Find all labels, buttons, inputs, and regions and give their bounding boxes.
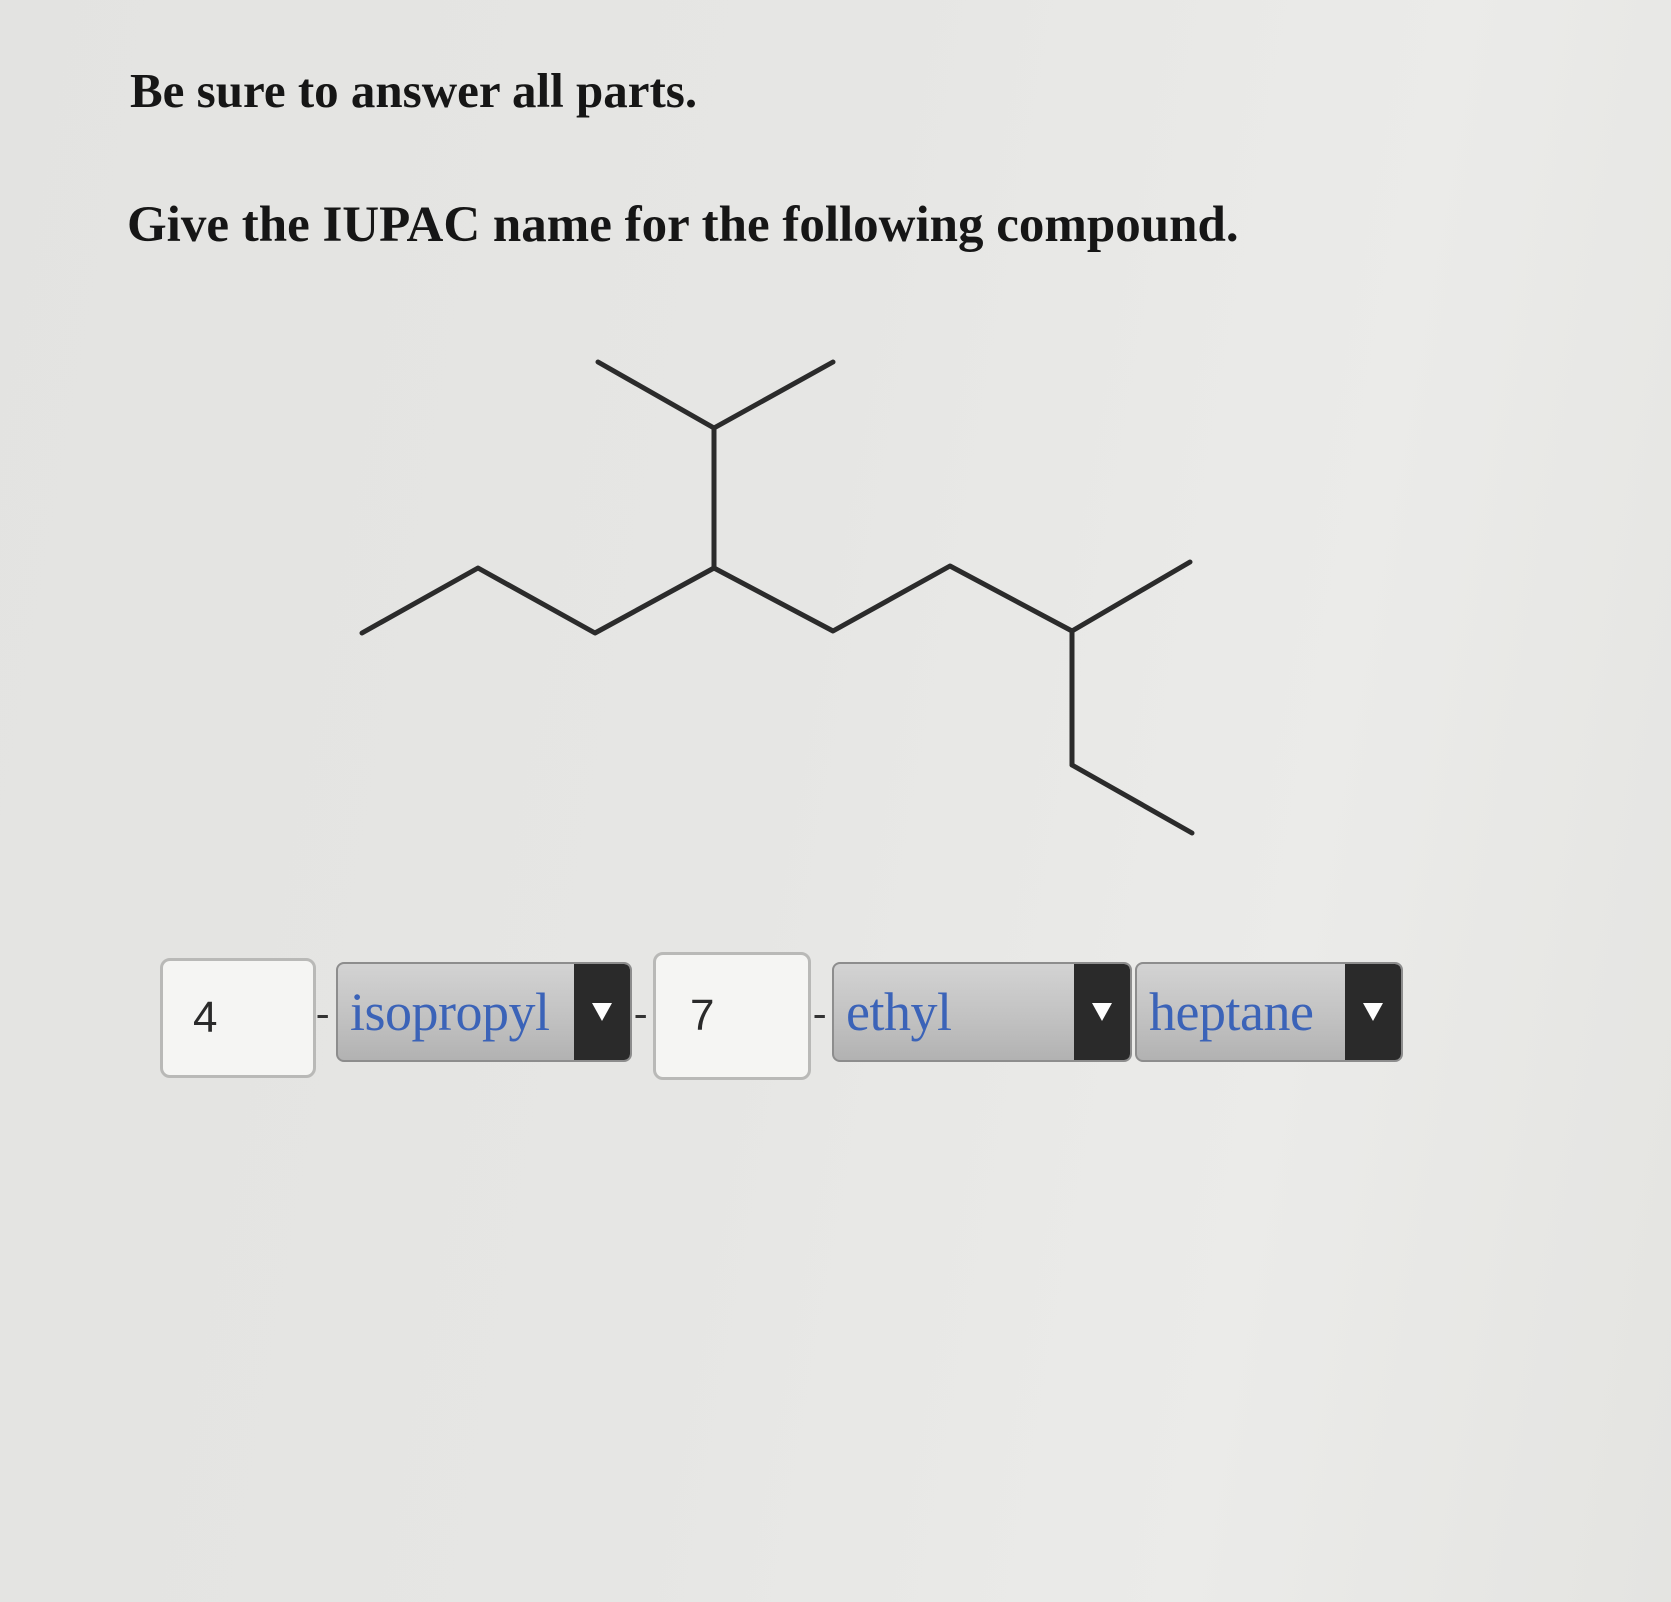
locant-input-1[interactable]: 4 xyxy=(160,958,316,1078)
locant-input-2-value: 7 xyxy=(690,991,715,1040)
hyphen-3: - xyxy=(813,990,827,1035)
question-page: Be sure to answer all parts. Give the IU… xyxy=(0,0,1671,1602)
substituent-dropdown-1-value: isopropyl xyxy=(350,982,550,1042)
locant-input-2[interactable]: 7 xyxy=(653,952,811,1080)
locant-input-1-value: 4 xyxy=(193,993,218,1042)
chevron-down-icon[interactable] xyxy=(574,964,630,1060)
parent-chain-dropdown-value: heptane xyxy=(1149,982,1314,1042)
chevron-down-icon[interactable] xyxy=(1074,964,1130,1060)
hyphen-1: - xyxy=(316,990,330,1035)
parent-chain-dropdown[interactable]: heptane xyxy=(1135,962,1403,1062)
chevron-down-icon[interactable] xyxy=(1345,964,1401,1060)
hyphen-2: - xyxy=(634,990,648,1035)
substituent-dropdown-1[interactable]: isopropyl xyxy=(336,962,632,1062)
substituent-dropdown-2-value: ethyl xyxy=(846,982,952,1042)
substituent-dropdown-2[interactable]: ethyl xyxy=(832,962,1132,1062)
answer-row: 4 - isopropyl - 7 - ethyl heptane xyxy=(0,0,1671,1602)
